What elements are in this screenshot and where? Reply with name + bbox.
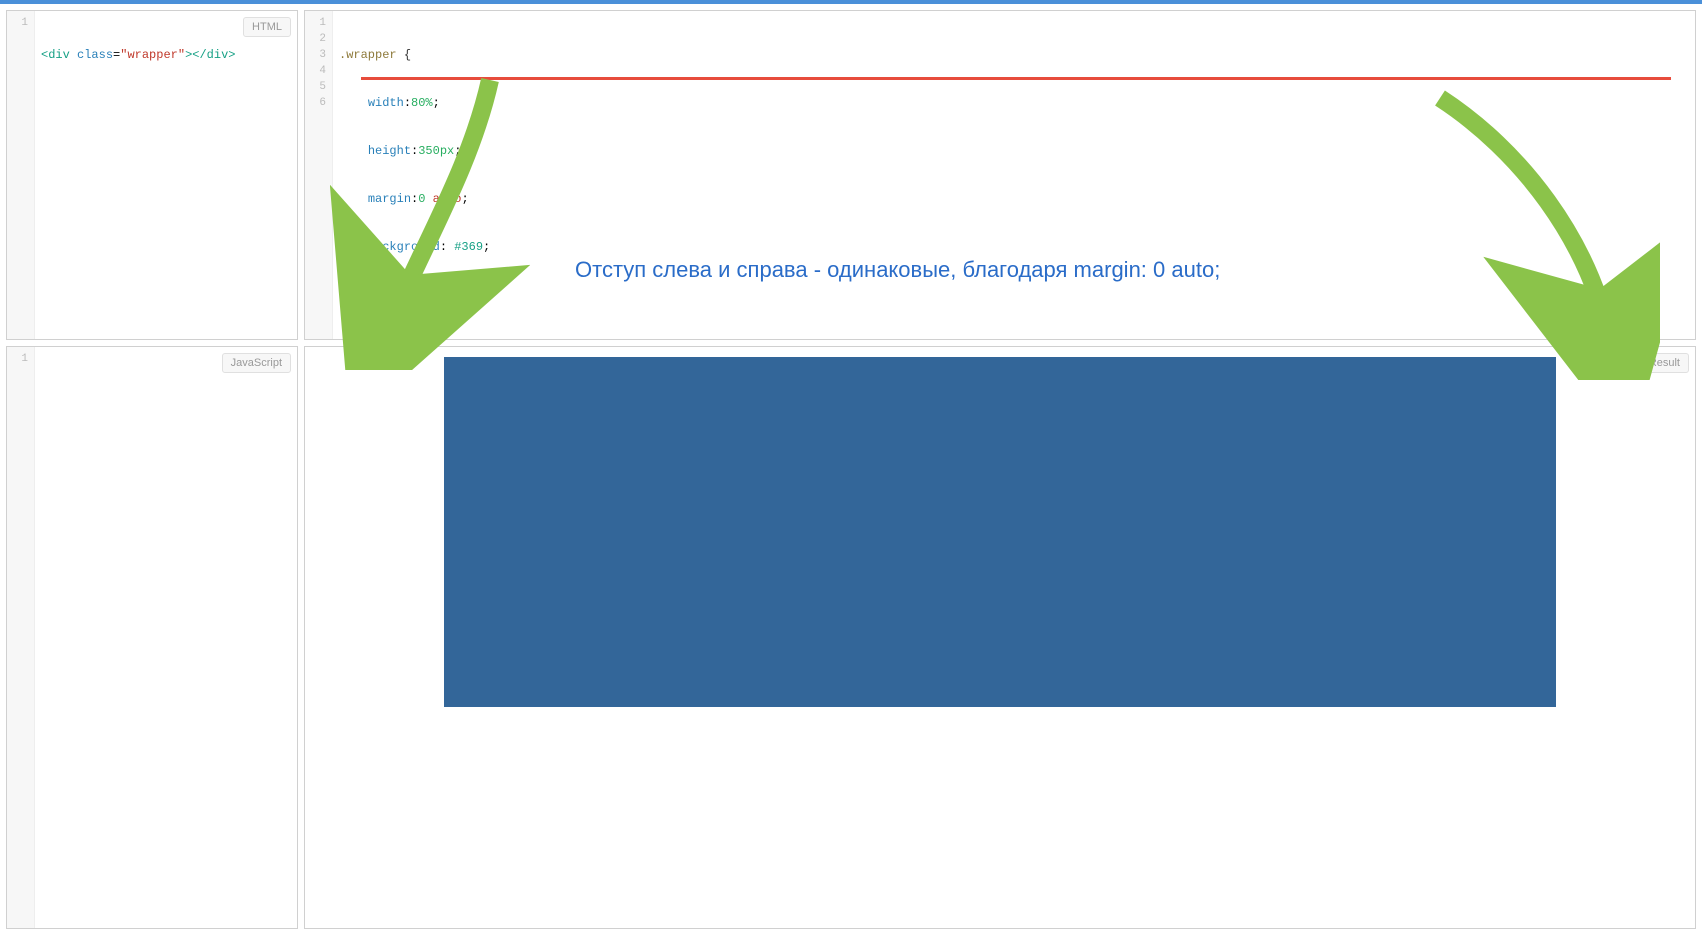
css-value: 80%	[411, 96, 433, 110]
css-line-3[interactable]: height:350px;	[339, 143, 1689, 159]
line-number: 2	[305, 31, 326, 47]
attr-name: class	[77, 48, 113, 62]
result-panel-label: Result	[1640, 353, 1689, 373]
colon: :	[440, 240, 454, 254]
result-content	[305, 347, 1695, 928]
annotation-text: Отступ слева и справа - одинаковые, благ…	[575, 257, 1220, 283]
result-wrapper-box	[444, 357, 1556, 707]
html-gutter: 1	[7, 11, 35, 339]
colon: :	[404, 96, 411, 110]
html-code-line-1[interactable]: <div class="wrapper"></div>	[41, 47, 291, 63]
line-number: 1	[7, 351, 28, 367]
space	[70, 48, 77, 62]
space	[425, 192, 432, 206]
css-prop: margin	[368, 192, 411, 206]
css-value: #369	[454, 240, 483, 254]
tag-name: div	[207, 48, 229, 62]
line-number: 3	[305, 47, 326, 63]
indent	[339, 192, 368, 206]
tag-name: div	[48, 48, 70, 62]
line-number: 1	[305, 15, 326, 31]
css-line-6[interactable]: }	[339, 287, 1689, 303]
css-gutter: 1 2 3 4 5 6	[305, 11, 333, 339]
css-line-1[interactable]: .wrapper {	[339, 47, 1689, 63]
line-number: 4	[305, 63, 326, 79]
tag-close: >	[228, 48, 235, 62]
line-number: 6	[305, 95, 326, 111]
line-number: 1	[7, 15, 28, 31]
semi: ;	[461, 192, 468, 206]
css-line-5[interactable]: background: #369;	[339, 239, 1689, 255]
css-prop: width	[368, 96, 404, 110]
js-panel[interactable]: JavaScript 1	[6, 346, 298, 929]
css-prop: background	[368, 240, 440, 254]
editor-grid: HTML 1 <div class="wrapper"></div> 1 2 3…	[0, 4, 1702, 935]
js-gutter: 1	[7, 347, 35, 928]
text-cursor	[347, 288, 348, 301]
html-panel[interactable]: HTML 1 <div class="wrapper"></div>	[6, 10, 298, 340]
result-panel: Result	[304, 346, 1696, 929]
tag-open: </	[192, 48, 206, 62]
css-line-4[interactable]: margin:0 auto;	[339, 191, 1689, 207]
css-brace: }	[339, 288, 346, 302]
css-brace: {	[404, 48, 411, 62]
indent	[339, 240, 368, 254]
css-prop: height	[368, 144, 411, 158]
line-number: 5	[305, 79, 326, 95]
css-line-2[interactable]: width:80%;	[339, 95, 1689, 111]
css-value: auto	[433, 192, 462, 206]
attr-quote: "	[178, 48, 185, 62]
indent	[339, 144, 368, 158]
space	[397, 48, 404, 62]
css-code-area[interactable]: .wrapper { width:80%; height:350px; marg…	[333, 11, 1695, 339]
css-selector: .wrapper	[339, 48, 397, 62]
js-panel-label: JavaScript	[222, 353, 291, 373]
semi: ;	[433, 96, 440, 110]
semi: ;	[454, 144, 461, 158]
indent	[339, 96, 368, 110]
html-panel-label: HTML	[243, 17, 291, 37]
annotation-underline	[361, 77, 1671, 80]
semi: ;	[483, 240, 490, 254]
css-panel[interactable]: 1 2 3 4 5 6 .wrapper { width:80%; height…	[304, 10, 1696, 340]
css-value: 350px	[418, 144, 454, 158]
attr-value: wrapper	[127, 48, 177, 62]
